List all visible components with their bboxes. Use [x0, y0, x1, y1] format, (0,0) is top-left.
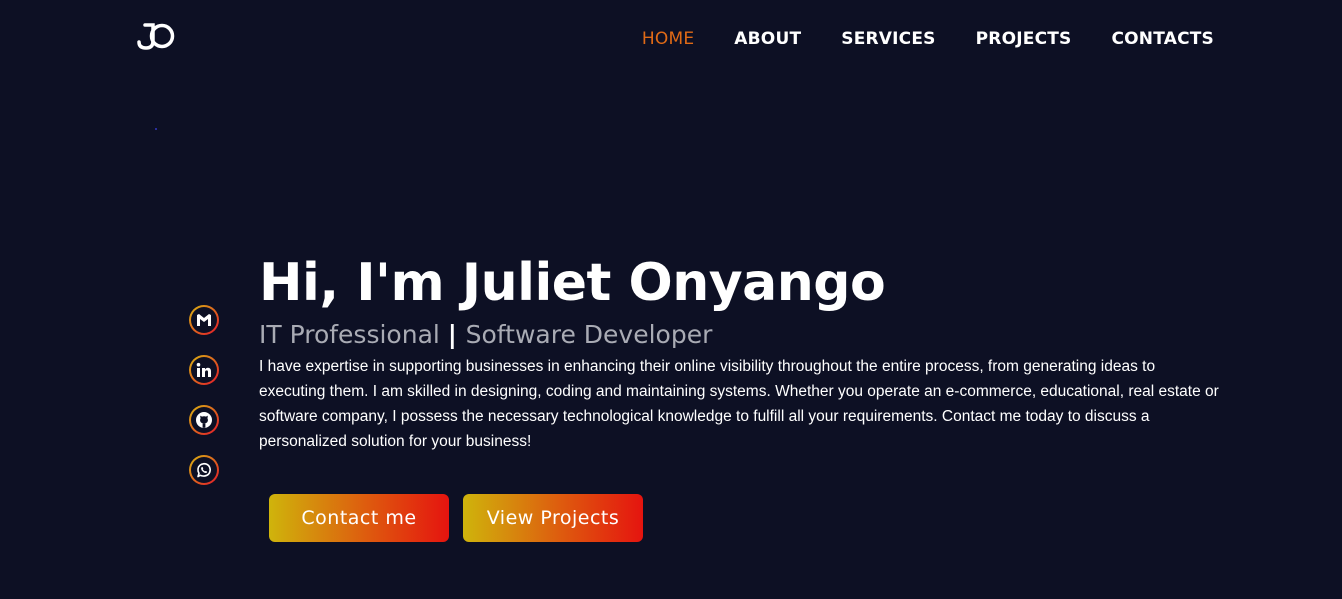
linkedin-link[interactable] [189, 355, 219, 385]
whatsapp-link[interactable] [189, 455, 219, 485]
social-links [189, 305, 219, 485]
hero-roles: IT Professional | Software Developer [259, 318, 1239, 352]
role-separator: | [447, 320, 466, 349]
hero-description: I have expertise in supporting businesse… [259, 358, 1219, 450]
nav-projects[interactable]: PROJECTS [976, 28, 1072, 50]
nav-services[interactable]: SERVICES [841, 28, 935, 50]
hero-actions: Contact me View Projects [269, 494, 643, 542]
jo-monogram-logo-icon [137, 23, 175, 50]
nav-home[interactable]: HOME [642, 28, 694, 50]
view-projects-button[interactable]: View Projects [463, 494, 643, 542]
whatsapp-icon [197, 462, 211, 478]
main-nav: HOME ABOUT SERVICES PROJECTS CONTACTS [642, 28, 1214, 50]
role-it-professional: IT Professional [259, 320, 440, 349]
gmail-icon [197, 314, 211, 326]
role-software-developer: Software Developer [465, 320, 713, 349]
logo[interactable] [136, 22, 176, 50]
github-icon [196, 412, 212, 428]
hero-heading: Hi, I'm Juliet Onyango [259, 253, 886, 313]
decorative-dot [155, 128, 157, 130]
nav-contacts[interactable]: CONTACTS [1111, 28, 1214, 50]
gmail-link[interactable] [189, 305, 219, 335]
contact-me-button[interactable]: Contact me [269, 494, 449, 542]
page: HOME ABOUT SERVICES PROJECTS CONTACTS Hi… [0, 0, 1342, 599]
github-link[interactable] [189, 405, 219, 435]
nav-about[interactable]: ABOUT [734, 28, 801, 50]
hero-section: Hi, I'm Juliet Onyango IT Professional |… [259, 250, 1239, 454]
linkedin-icon [196, 362, 211, 377]
